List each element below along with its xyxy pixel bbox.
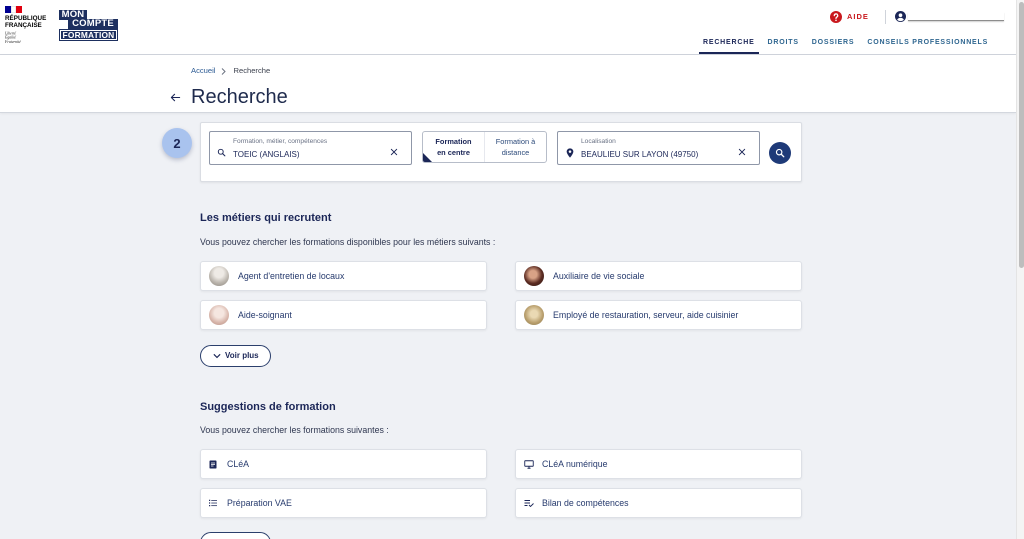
suggestion-card[interactable]: CLéA (200, 449, 487, 479)
job-card[interactable]: Employé de restauration, serveur, aide c… (515, 300, 802, 330)
page-scrollbar[interactable] (1016, 0, 1024, 539)
suggestion-card[interactable]: Bilan de compétences (515, 488, 802, 518)
mode-option-line: distance (501, 148, 530, 157)
job-card-label: Auxiliaire de vie sociale (553, 271, 645, 281)
nav-item-conseils-professionnels[interactable]: CONSEILS PROFESSIONNELS (863, 36, 992, 54)
help-link[interactable]: AIDE (830, 11, 869, 23)
suggestion-card-label: CLéA (227, 459, 250, 469)
francaise-label: FRANÇAISE (5, 22, 42, 29)
selected-corner-icon (423, 153, 432, 162)
jobs-more-label: Voir plus (225, 351, 259, 360)
job-card[interactable]: Auxiliaire de vie sociale (515, 261, 802, 291)
mode-option-line: en centre (437, 148, 470, 157)
suggestion-card-label: Préparation VAE (227, 498, 292, 508)
training-search-label: Formation, métier, compétences (233, 138, 328, 145)
location-pin-icon (566, 148, 574, 158)
main-nav: RECHERCHE DROITS DOSSIERS CONSEILS PROFE… (699, 36, 992, 55)
job-card[interactable]: Aide-soignant (200, 300, 487, 330)
marianne-flag-icon (5, 6, 23, 13)
page-title: Recherche (191, 86, 288, 108)
training-search-input[interactable] (233, 148, 383, 161)
jobs-section-title: Les métiers qui recrutent (200, 212, 332, 224)
jobs-section-intro: Vous pouvez chercher les formations disp… (200, 237, 496, 247)
close-icon[interactable] (390, 148, 398, 156)
brand-line-compte: COMPTE (68, 19, 118, 29)
suggestion-card[interactable]: Préparation VAE (200, 488, 487, 518)
mode-option-remote[interactable]: Formation à distance (484, 132, 546, 162)
training-search-field[interactable]: Formation, métier, compétences (209, 131, 412, 165)
republique-francaise-logo: RÉPUBLIQUE FRANÇAISE Liberté Égalité Fra… (5, 6, 51, 48)
search-card: Formation, métier, compétences Formation… (200, 122, 802, 182)
user-account-menu[interactable] (895, 11, 1005, 23)
page: RÉPUBLIQUE FRANÇAISE Liberté Égalité Fra… (0, 0, 1024, 539)
job-photo (524, 305, 544, 325)
breadcrumb-home-link[interactable]: Accueil (191, 66, 215, 76)
republique-label: RÉPUBLIQUE (5, 15, 47, 22)
nav-item-recherche[interactable]: RECHERCHE (699, 36, 759, 54)
mode-option-in-center[interactable]: Formation en centre (423, 132, 484, 162)
arrow-left-icon[interactable] (170, 92, 181, 103)
republique-motto: Liberté Égalité Fraternité (5, 31, 21, 44)
page-header (0, 55, 1016, 113)
job-photo (524, 266, 544, 286)
location-field[interactable]: Localisation (557, 131, 760, 165)
job-card-label: Aide-soignant (238, 310, 292, 320)
job-photo (209, 266, 229, 286)
nav-item-droits[interactable]: DROITS (764, 36, 803, 54)
list-icon (209, 499, 217, 507)
user-name-field[interactable] (908, 12, 1004, 21)
job-photo (209, 305, 229, 325)
mode-option-line: Formation (435, 137, 472, 146)
suggestions-section-title: Suggestions de formation (200, 401, 336, 413)
mode-option-line: Formation à (495, 137, 536, 146)
account-circle-icon (895, 11, 906, 22)
brand-line-formation: FORMATION (59, 29, 118, 41)
nav-item-dossiers[interactable]: DOSSIERS (808, 36, 859, 54)
chevron-down-icon (213, 353, 221, 359)
nav-active-indicator (699, 52, 759, 54)
suggestions-more-button[interactable] (200, 532, 271, 539)
step-badge: 2 (162, 128, 192, 158)
close-icon[interactable] (738, 148, 746, 156)
monitor-icon (524, 460, 534, 469)
site-header: RÉPUBLIQUE FRANÇAISE Liberté Égalité Fra… (0, 0, 1016, 55)
jobs-more-button[interactable]: Voir plus (200, 345, 271, 367)
header-divider (885, 10, 886, 24)
location-input[interactable] (581, 148, 731, 161)
suggestion-card-label: Bilan de compétences (542, 498, 629, 508)
breadcrumb-current: Recherche (233, 66, 271, 75)
location-label: Localisation (581, 138, 616, 145)
job-card[interactable]: Agent d'entretien de locaux (200, 261, 487, 291)
nav-item-label: DOSSIERS (811, 39, 855, 46)
help-circle-icon (830, 11, 842, 23)
suggestion-card-label: CLéA numérique (542, 459, 608, 469)
job-card-label: Employé de restauration, serveur, aide c… (553, 310, 739, 320)
suggestion-card[interactable]: CLéA numérique (515, 449, 802, 479)
nav-item-label: CONSEILS PROFESSIONNELS (867, 39, 989, 46)
nav-item-label: DROITS (767, 39, 799, 46)
search-icon (775, 148, 785, 158)
training-mode-toggle[interactable]: Formation en centre Formation à distance (422, 131, 547, 163)
job-card-label: Agent d'entretien de locaux (238, 271, 345, 281)
search-submit-button[interactable] (769, 142, 791, 164)
nav-item-label: RECHERCHE (703, 39, 755, 46)
scrollbar-thumb[interactable] (1019, 2, 1024, 268)
help-label: AIDE (847, 12, 869, 21)
motto-line: Fraternité (5, 39, 21, 45)
chevron-right-icon (221, 67, 227, 75)
suggestions-section-intro: Vous pouvez chercher les formations suiv… (200, 425, 389, 435)
breadcrumb: Accueil Recherche (191, 66, 270, 76)
checklist-icon (524, 499, 534, 507)
mon-compte-formation-logo[interactable]: MON COMPTE FORMATION (58, 10, 119, 41)
document-icon (209, 460, 217, 469)
search-icon (217, 148, 226, 157)
